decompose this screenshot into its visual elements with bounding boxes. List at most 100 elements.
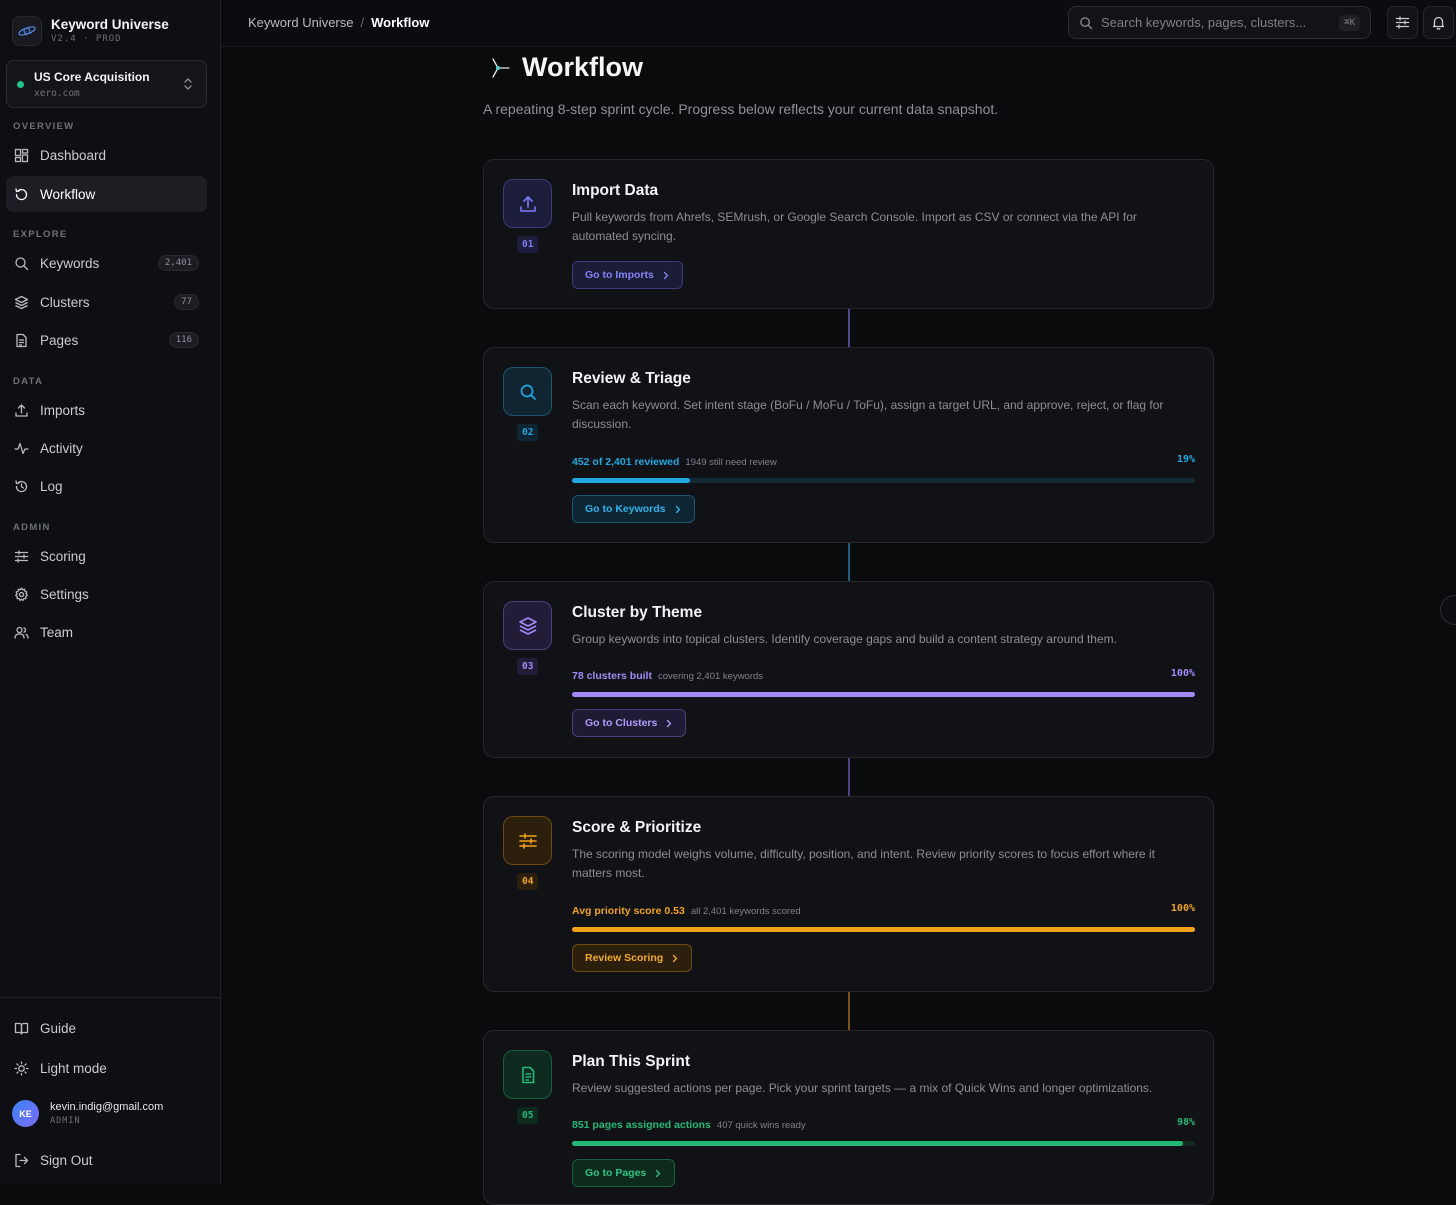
progress-sublabel: covering 2,401 keywords (657, 671, 764, 682)
progress-fill (572, 927, 1195, 932)
search-box[interactable]: ⌘K (1068, 6, 1371, 39)
project-switcher[interactable]: US Core Acquisition xero.com (6, 60, 207, 108)
step-description: Scan each keyword. Set intent stage (BoF… (572, 398, 1164, 431)
sidebar-item-label: Sign Out (40, 1152, 93, 1168)
pages-count-badge: 116 (168, 332, 199, 348)
search-shortcut: ⌘K (1339, 15, 1360, 31)
search-input[interactable] (1101, 15, 1321, 30)
user-email: kevin.indig@gmail.com (50, 1101, 164, 1113)
keywords-count-badge: 2,401 (157, 255, 199, 271)
user-profile[interactable]: KE kevin.indig@gmail.com ADMIN (12, 1100, 163, 1127)
section-data: DATA (13, 376, 44, 387)
step-number: 05 (517, 1107, 539, 1124)
step-connector (848, 543, 850, 582)
progress-bar (572, 692, 1195, 697)
chevron-right-icon (663, 271, 669, 279)
progress-bar (572, 1141, 1195, 1146)
notifications-button[interactable] (1423, 6, 1454, 39)
sidebar-item-label: Light mode (40, 1060, 107, 1076)
sidebar-item-log[interactable]: Log (6, 468, 207, 504)
bell-icon (1432, 16, 1445, 30)
step-number: 02 (517, 424, 539, 441)
go-to-keywords-button[interactable]: Go to Keywords (572, 495, 695, 523)
step-title: Score & Prioritize (572, 819, 702, 836)
chevron-right-icon (675, 505, 680, 513)
go-to-clusters-button[interactable]: Go to Clusters (572, 709, 687, 737)
step-description: Review suggested actions per page. Pick … (572, 1081, 1153, 1095)
log-out-icon (15, 1153, 29, 1167)
step-title: Review & Triage (572, 370, 691, 387)
sliders-icon (1395, 16, 1410, 29)
button-label: Go to Pages (585, 1167, 647, 1179)
sidebar-item-label: Dashboard (40, 147, 107, 163)
floating-helper-button[interactable] (1440, 595, 1456, 625)
button-label: Go to Clusters (585, 717, 658, 729)
sidebar-item-activity[interactable]: Activity (6, 430, 207, 466)
upload-icon (15, 403, 28, 417)
sidebar-item-workflow[interactable]: Workflow (6, 176, 207, 212)
progress-summary: Avg priority score 0.53 all 2,401 keyword… (572, 903, 1195, 917)
search-icon (1080, 16, 1093, 29)
step-card-import-data: 01 Import Data Pull keywords from Ahrefs… (483, 159, 1214, 309)
progress-label: 851 pages assigned actions (572, 1119, 711, 1131)
chevron-right-icon (673, 954, 678, 962)
layers-icon (503, 601, 552, 650)
progress-sublabel: 407 quick wins ready (716, 1120, 806, 1131)
sidebar-item-keywords[interactable]: Keywords 2,401 (6, 245, 207, 281)
progress-fill (572, 478, 691, 483)
sidebar-item-settings[interactable]: Settings (6, 576, 207, 612)
sidebar-item-dashboard[interactable]: Dashboard (6, 137, 207, 173)
breadcrumb-root[interactable]: Keyword Universe (248, 15, 354, 30)
history-icon (15, 479, 28, 492)
progress-bar (572, 478, 1195, 483)
page-subtitle: A repeating 8-step sprint cycle. Progres… (483, 101, 999, 117)
step-connector (848, 758, 850, 797)
step-title: Cluster by Theme (572, 604, 703, 621)
step-card-score-prioritize: 04 Score & Prioritize The scoring model … (483, 796, 1214, 992)
sidebar-item-imports[interactable]: Imports (6, 392, 207, 428)
document-icon (16, 333, 27, 347)
progress-label: 452 of 2,401 reviewed (572, 456, 680, 468)
progress-fill (572, 692, 1195, 697)
upload-icon (503, 179, 552, 228)
chevron-right-icon (667, 719, 672, 727)
review-scoring-button[interactable]: Review Scoring (572, 944, 693, 972)
filter-button[interactable] (1387, 6, 1418, 39)
sliders-icon (14, 549, 29, 563)
sidebar-item-clusters[interactable]: Clusters 77 (6, 284, 207, 320)
sidebar-item-label: Log (40, 478, 63, 494)
search-icon (15, 256, 29, 270)
sidebar-item-scoring[interactable]: Scoring (6, 538, 207, 574)
sun-icon (14, 1060, 29, 1076)
go-to-imports-button[interactable]: Go to Imports (572, 261, 683, 289)
progress-label: Avg priority score 0.53 (572, 905, 685, 917)
sidebar-item-label: Pages (40, 332, 79, 348)
step-title: Import Data (572, 182, 659, 199)
section-overview: OVERVIEW (13, 121, 75, 132)
users-icon (14, 626, 29, 639)
sidebar-item-pages[interactable]: Pages 116 (6, 322, 207, 358)
button-label: Go to Keywords (585, 503, 666, 515)
workflow-icon (492, 57, 510, 78)
progress-label: 78 clusters built (572, 670, 652, 682)
light-mode-toggle[interactable]: Light mode (6, 1050, 207, 1086)
brand[interactable]: Keyword Universe V2.4 · PROD (12, 16, 169, 46)
step-card-review-triage: 02 Review & Triage Scan each keyword. Se… (483, 347, 1214, 543)
activity-icon (14, 442, 29, 454)
sidebar: Keyword Universe V2.4 · PROD US Core Acq… (0, 0, 221, 1184)
sidebar-item-guide[interactable]: Guide (6, 1010, 207, 1046)
sign-out-button[interactable]: Sign Out (6, 1142, 207, 1178)
chevron-up-down-icon (184, 78, 192, 90)
section-admin: ADMIN (13, 522, 51, 533)
sidebar-item-team[interactable]: Team (6, 614, 207, 650)
section-explore: EXPLORE (13, 229, 68, 240)
planet-logo-icon (12, 16, 42, 46)
avatar: KE (12, 1100, 39, 1127)
step-description: The scoring model weighs volume, difficu… (572, 847, 1155, 880)
progress-sublabel: all 2,401 keywords scored (690, 906, 801, 917)
app-name: Keyword Universe (51, 17, 169, 32)
breadcrumb-separator: / (360, 15, 365, 30)
progress-percent: 19% (1176, 454, 1195, 465)
top-bar: Keyword Universe / Workflow ⌘K (221, 0, 1456, 47)
go-to-pages-button[interactable]: Go to Pages (572, 1159, 676, 1187)
